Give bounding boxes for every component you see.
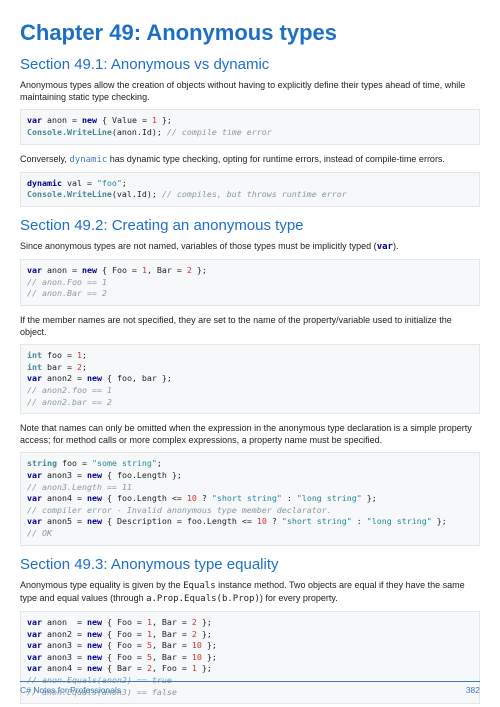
section-49-1-heading: Section 49.1: Anonymous vs dynamic xyxy=(20,56,480,73)
s2-p1: Since anonymous types are not named, var… xyxy=(20,240,480,253)
code-block-1: var anon = new { Value = 1 }; Console.Wr… xyxy=(20,109,480,144)
code-block-3: var anon = new { Foo = 1, Bar = 2 }; // … xyxy=(20,259,480,306)
footer-title: C# Notes for Professionals xyxy=(20,685,121,695)
s2-p2: If the member names are not specified, t… xyxy=(20,314,480,338)
s1-p2: Conversely, dynamic has dynamic type che… xyxy=(20,153,480,166)
code-block-2: dynamic val = "foo"; Console.WriteLine(v… xyxy=(20,172,480,207)
code-block-4: int foo = 1; int bar = 2; var anon2 = ne… xyxy=(20,344,480,414)
page-footer: C# Notes for Professionals 382 xyxy=(20,681,480,695)
section-49-2-heading: Section 49.2: Creating an anonymous type xyxy=(20,217,480,234)
page-number: 382 xyxy=(466,685,480,695)
s3-p1: Anonymous type equality is given by the … xyxy=(20,579,480,605)
s1-p1: Anonymous types allow the creation of ob… xyxy=(20,79,480,103)
code-block-5: string foo = "some string"; var anon3 = … xyxy=(20,452,480,545)
section-49-3-heading: Section 49.3: Anonymous type equality xyxy=(20,556,480,573)
chapter-heading: Chapter 49: Anonymous types xyxy=(20,20,480,46)
s2-p3: Note that names can only be omitted when… xyxy=(20,422,480,446)
